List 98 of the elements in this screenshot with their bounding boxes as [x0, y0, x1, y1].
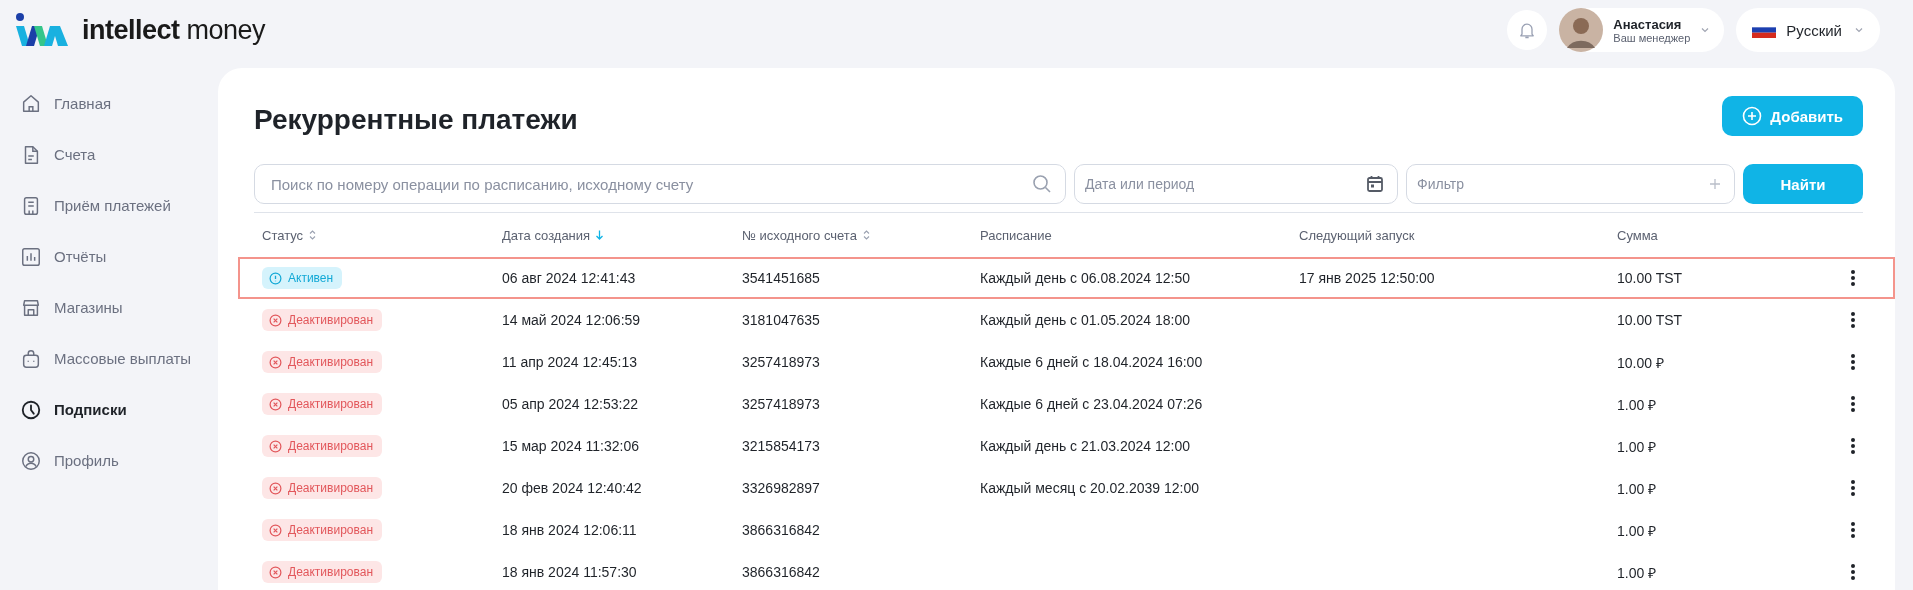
- column-header[interactable]: Сумма: [1617, 227, 1658, 243]
- status-badge: Деактивирован: [262, 351, 383, 373]
- sidebar-item[interactable]: Массовые выплаты: [0, 333, 218, 384]
- table-cell-text: Каждый день с 06.08.2024 12:50: [980, 270, 1191, 286]
- table-cell-text: 10.00 TST: [1617, 270, 1684, 286]
- table-cell-text: 3257418973: [742, 354, 821, 370]
- table-cell-text: 1.00 ₽: [1617, 395, 1658, 414]
- table-cell-text: 14 май 2024 12:06:59: [502, 312, 642, 328]
- language-selector[interactable]: Русский: [1736, 8, 1880, 52]
- user-role: Ваш менеджер: [1613, 31, 1691, 44]
- more-icon[interactable]: [1850, 437, 1856, 455]
- table-cell-text: 18 янв 2024 12:06:11: [502, 522, 638, 538]
- clock-icon: [20, 398, 42, 421]
- table-cell-text: 1.00 ₽: [1617, 479, 1658, 498]
- column-header[interactable]: Дата создания: [502, 227, 591, 243]
- cross-circle-icon: [269, 565, 282, 579]
- home-icon: [20, 92, 42, 115]
- table-cell-text: 20 фев 2024 12:40:42: [502, 480, 643, 496]
- filter-field[interactable]: Фильтр: [1406, 164, 1735, 204]
- sidebar-item[interactable]: Счета: [0, 129, 218, 180]
- table-row[interactable]: Активен 06 авг 2024 12:41:43 3541451685 Каждый день с 06.08.2024 12:50 17 янв 2025 12:50:00 10.00 TST: [238, 257, 1895, 299]
- table-cell-text: 3866316842: [742, 522, 821, 538]
- cross-circle-icon: [269, 481, 282, 495]
- table-row[interactable]: Деактивирован 05 апр 2024 12:53:22 3257418973 Каждые 6 дней с 23.04.2024 07:26 1.00 ₽: [238, 383, 1895, 425]
- status-badge: Активен: [262, 267, 343, 289]
- cross-circle-icon: [269, 439, 282, 453]
- sidebar-item[interactable]: Магазины: [0, 282, 218, 333]
- table-cell-text: 10.00 ₽: [1617, 353, 1665, 372]
- calendar-icon: [1366, 175, 1384, 193]
- column-header[interactable]: Расписание: [980, 227, 1052, 243]
- avatar-icon: [1559, 8, 1604, 52]
- search-icon: [1032, 174, 1052, 194]
- profile-icon: [20, 449, 42, 472]
- status-badge: Деактивирован: [262, 393, 383, 415]
- table-cell-text: Каждый день с 21.03.2024 12:00: [980, 438, 1191, 454]
- table-cell-text: 18 янв 2024 11:57:30: [502, 564, 638, 580]
- info-icon: [269, 271, 282, 285]
- sidebar-item[interactable]: Отчёты: [0, 231, 218, 282]
- cross-circle-icon: [269, 523, 282, 537]
- more-icon[interactable]: [1850, 521, 1856, 539]
- table-cell-text: 06 авг 2024 12:41:43: [502, 270, 637, 286]
- plus-circle-icon: [1742, 106, 1763, 126]
- column-header[interactable]: Следующий запуск: [1299, 227, 1415, 243]
- table-row[interactable]: Деактивирован 20 фев 2024 12:40:42 3326982897 Каждый месяц с 20.02.2039 12:00 1.00 ₽: [238, 467, 1895, 509]
- chevron-icon: [1854, 25, 1864, 35]
- table-cell-text: 10.00 TST: [1617, 312, 1684, 328]
- status-badge: Деактивирован: [262, 477, 383, 499]
- table-cell-text: 05 апр 2024 12:53:22: [502, 396, 640, 412]
- sidebar-item[interactable]: Профиль: [0, 435, 218, 486]
- table-cell-text: 3866316842: [742, 564, 821, 580]
- more-icon[interactable]: [1850, 269, 1856, 287]
- status-badge: Деактивирован: [262, 519, 383, 541]
- table-cell-text: 1.00 ₽: [1617, 437, 1658, 456]
- column-header[interactable]: № исходного счета: [742, 227, 857, 243]
- table-cell-text: 3257418973: [742, 396, 821, 412]
- user-menu[interactable]: Анастасия Ваш менеджер: [1559, 8, 1725, 52]
- more-icon[interactable]: [1850, 353, 1856, 371]
- table-cell-text: 3181047635: [742, 312, 821, 328]
- more-icon[interactable]: [1850, 311, 1856, 329]
- status-badge: Деактивирован: [262, 561, 383, 583]
- table-cell-text: 3541451685: [742, 270, 821, 286]
- table-cell-text: 15 мар 2024 11:32:06: [502, 438, 641, 454]
- table-cell-text: 3215854173: [742, 438, 821, 454]
- search-field[interactable]: Поиск по номеру операции по расписанию, исходному счету: [254, 164, 1066, 204]
- sidebar-item[interactable]: Подписки: [0, 384, 218, 435]
- status-badge: Деактивирован: [262, 435, 383, 457]
- cross-circle-icon: [269, 355, 282, 369]
- table-cell-text: 11 апр 2024 12:45:13: [502, 354, 638, 370]
- page-title: Рекуррентные платежи: [254, 104, 578, 136]
- cross-circle-icon: [269, 397, 282, 411]
- user-name: Анастасия: [1613, 16, 1683, 32]
- bag-icon: [20, 347, 42, 370]
- table-row[interactable]: Деактивирован 14 май 2024 12:06:59 3181047635 Каждый день с 01.05.2024 18:00 10.00 TST: [238, 299, 1895, 341]
- sidebar-item[interactable]: Приём платежей: [0, 180, 218, 231]
- column-header[interactable]: Статус: [262, 227, 304, 243]
- table-cell-text: 1.00 ₽: [1617, 563, 1658, 582]
- more-icon[interactable]: [1850, 479, 1856, 497]
- chart-icon: [20, 245, 42, 268]
- logo-text: intellect money: [82, 14, 266, 46]
- plus-icon: [1709, 178, 1721, 190]
- table-cell-text: Каждые 6 дней с 18.04.2024 16:00: [980, 354, 1204, 370]
- status-badge: Деактивирован: [262, 309, 383, 331]
- table-row[interactable]: Деактивирован 18 янв 2024 12:06:11 3866316842 1.00 ₽: [238, 509, 1895, 551]
- table-cell-text: Каждый день с 01.05.2024 18:00: [980, 312, 1191, 328]
- table-cell-text: 3326982897: [742, 480, 821, 496]
- table-cell-text: Каждый месяц с 20.02.2039 12:00: [980, 480, 1201, 496]
- table-row[interactable]: Деактивирован 18 янв 2024 11:57:30 3866316842 1.00 ₽: [238, 551, 1895, 590]
- sidebar-item[interactable]: Главная: [0, 78, 218, 129]
- table-cell-text: 17 янв 2025 12:50:00: [1299, 270, 1436, 286]
- table-row[interactable]: Деактивирован 15 мар 2024 11:32:06 3215854173 Каждый день с 21.03.2024 12:00 1.00 ₽: [238, 425, 1895, 467]
- chevron-icon: [1700, 25, 1711, 35]
- table-cell-text: 1.00 ₽: [1617, 521, 1658, 540]
- more-icon[interactable]: [1850, 563, 1856, 581]
- cross-circle-icon: [269, 313, 282, 327]
- table-row[interactable]: Деактивирован 11 апр 2024 12:45:13 3257418973 Каждые 6 дней с 18.04.2024 16:00 10.00 ₽: [238, 341, 1895, 383]
- date-field[interactable]: Дата или период: [1074, 164, 1398, 204]
- table-cell-text: Каждые 6 дней с 23.04.2024 07:26: [980, 396, 1204, 412]
- more-icon[interactable]: [1850, 395, 1856, 413]
